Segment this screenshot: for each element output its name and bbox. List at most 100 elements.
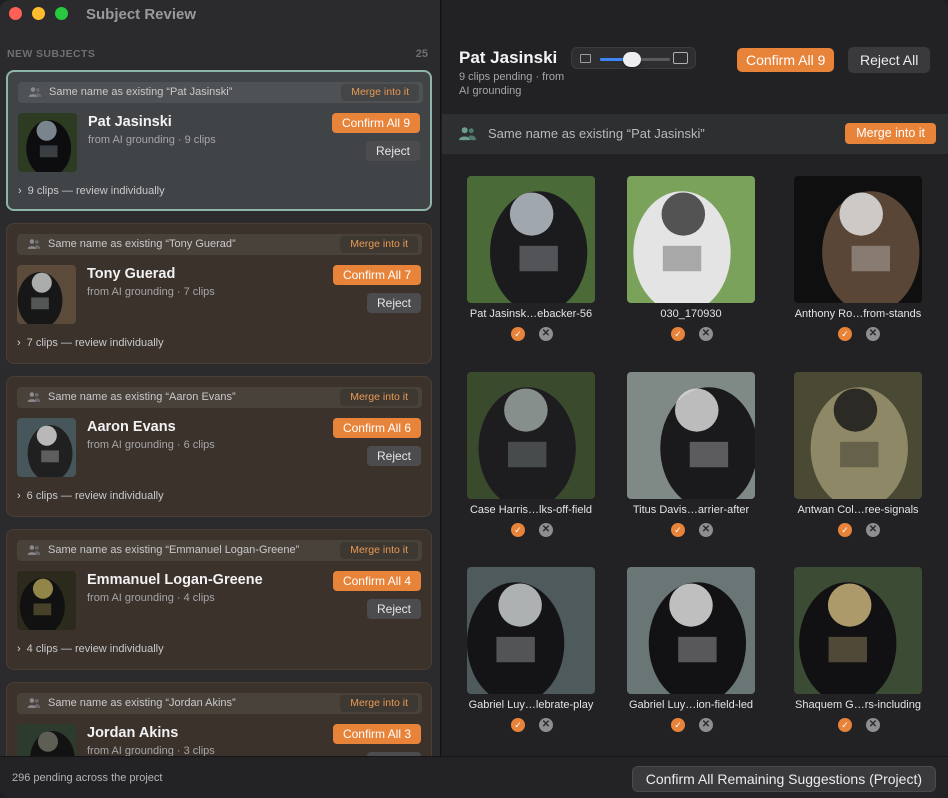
reject-clip-button[interactable]: ✕ [699, 327, 713, 341]
chevron-right-icon: › [17, 643, 21, 655]
merge-into-button[interactable]: Merge into it [845, 123, 936, 144]
clip-thumbnail[interactable] [794, 567, 922, 694]
accept-clip-button[interactable]: ✓ [511, 523, 525, 537]
confirm-all-button[interactable]: Confirm All 9 [331, 113, 420, 133]
subject-name: Pat Jasinski [88, 114, 172, 130]
subject-card-list: Same name as existing “Pat Jasinski” Merg… [6, 70, 432, 756]
clip-tile[interactable]: Case Harris…lks-off-field ✓ ✕ [442, 372, 602, 542]
thumbnail-size-slider[interactable] [571, 47, 696, 69]
people-icon [27, 392, 41, 402]
zoom-window-button[interactable] [55, 7, 68, 20]
subject-thumbnail [17, 265, 76, 324]
clip-tile[interactable]: Shaquem G…rs-including ✓ ✕ [769, 567, 929, 737]
minimize-window-button[interactable] [32, 7, 45, 20]
detail-subject-name: Pat Jasinski [459, 48, 558, 67]
clip-thumbnail[interactable] [794, 372, 922, 499]
accept-clip-button[interactable]: ✓ [838, 718, 852, 732]
merge-into-button[interactable]: Merge into it [340, 695, 418, 712]
reject-clip-button[interactable]: ✕ [866, 327, 880, 341]
chevron-right-icon: › [18, 185, 22, 197]
reject-button[interactable]: Reject [366, 293, 421, 313]
confirm-all-button[interactable]: Confirm All 9 [737, 48, 835, 72]
people-icon [27, 239, 41, 249]
pending-count-text: 296 pending across the project [12, 772, 163, 784]
section-label: NEW SUBJECTS [7, 48, 96, 60]
merge-into-button[interactable]: Merge into it [340, 542, 418, 559]
reject-clip-button[interactable]: ✕ [539, 327, 553, 341]
clip-tile[interactable]: Gabriel Luy…ion-field-led ✓ ✕ [602, 567, 762, 737]
clip-thumbnail[interactable] [467, 567, 595, 694]
clip-thumbnail[interactable] [467, 176, 595, 303]
slider-knob[interactable] [622, 52, 641, 67]
subject-name: Jordan Akins [87, 725, 179, 741]
review-individually-toggle[interactable]: › 6 clips — review individually [17, 490, 164, 502]
reject-button[interactable]: Reject [365, 141, 420, 161]
photo-thumbnail-image [794, 567, 922, 694]
reject-clip-button[interactable]: ✕ [866, 718, 880, 732]
subject-thumbnail [17, 418, 76, 477]
reject-clip-button[interactable]: ✕ [866, 523, 880, 537]
window-title: Subject Review [86, 6, 197, 23]
clip-thumbnail[interactable] [627, 176, 755, 303]
clip-thumbnail[interactable] [467, 372, 595, 499]
clip-tile[interactable]: Pat Jasinsk…ebacker-56 ✓ ✕ [442, 176, 602, 346]
reject-clip-button[interactable]: ✕ [539, 523, 553, 537]
reject-clip-button[interactable]: ✕ [699, 523, 713, 537]
merge-into-button[interactable]: Merge into it [340, 389, 418, 406]
confirm-all-button[interactable]: Confirm All 6 [332, 418, 421, 438]
subject-card[interactable]: Same name as existing “Pat Jasinski” Merg… [6, 70, 432, 211]
clip-tile[interactable]: Anthony Ro…from-stands ✓ ✕ [769, 176, 929, 346]
confirm-all-button[interactable]: Confirm All 3 [332, 724, 421, 744]
confirm-all-button[interactable]: Confirm All 4 [332, 571, 421, 591]
accept-clip-button[interactable]: ✓ [838, 523, 852, 537]
subject-card[interactable]: Same name as existing “Jordan Akins” Merg… [6, 682, 432, 756]
reject-button[interactable]: Reject [366, 446, 421, 466]
subject-source: from AI grounding · 7 clips [87, 286, 215, 298]
subject-card[interactable]: Same name as existing “Emmanuel Logan-Gr… [6, 529, 432, 670]
duplicate-name-text: Same name as existing “Pat Jasinski” [49, 86, 233, 98]
duplicate-name-text: Same name as existing “Tony Guerad” [48, 238, 236, 250]
review-individually-toggle[interactable]: › 4 clips — review individually [17, 643, 164, 655]
confirm-all-button[interactable]: Confirm All 7 [332, 265, 421, 285]
photo-thumbnail-image [17, 418, 76, 477]
subject-name: Tony Guerad [87, 266, 176, 282]
close-window-button[interactable] [9, 7, 22, 20]
subject-card[interactable]: Same name as existing “Aaron Evans” Merge… [6, 376, 432, 517]
reject-all-button[interactable]: Reject All [848, 47, 931, 73]
reject-clip-button[interactable]: ✕ [539, 718, 553, 732]
duplicate-name-text: Same name as existing “Pat Jasinski” [488, 126, 705, 141]
reject-clip-button[interactable]: ✕ [699, 718, 713, 732]
accept-clip-button[interactable]: ✓ [838, 327, 852, 341]
accept-clip-button[interactable]: ✓ [671, 523, 685, 537]
subject-thumbnail [17, 724, 76, 756]
duplicate-name-bar: Same name as existing “Aaron Evans” Merge… [17, 387, 422, 408]
clip-thumbnail[interactable] [627, 567, 755, 694]
accept-clip-button[interactable]: ✓ [511, 327, 525, 341]
people-icon [27, 698, 41, 708]
clip-tile[interactable]: Antwan Col…ree-signals ✓ ✕ [769, 372, 929, 542]
review-individually-toggle[interactable]: › 9 clips — review individually [18, 185, 165, 197]
slider-track[interactable] [600, 52, 670, 67]
clip-tile[interactable]: Titus Davis…arrier-after ✓ ✕ [602, 372, 762, 542]
chevron-right-icon: › [17, 490, 21, 502]
subject-name: Aaron Evans [87, 419, 176, 435]
photo-thumbnail-image [467, 567, 595, 694]
photo-thumbnail-image [627, 176, 755, 303]
accept-clip-button[interactable]: ✓ [671, 327, 685, 341]
clip-tile[interactable]: Gabriel Luy…lebrate-play ✓ ✕ [442, 567, 602, 737]
photo-thumbnail-image [467, 176, 595, 303]
clip-tile[interactable]: 030_170930 ✓ ✕ [602, 176, 762, 346]
clip-caption: Pat Jasinsk…ebacker-56 [469, 308, 593, 320]
confirm-all-remaining-button[interactable]: Confirm All Remaining Suggestions (Proje… [631, 766, 936, 792]
merge-into-button[interactable]: Merge into it [340, 236, 418, 253]
reject-button[interactable]: Reject [366, 599, 421, 619]
clip-thumbnail[interactable] [794, 176, 922, 303]
subject-card[interactable]: Same name as existing “Tony Guerad” Merge… [6, 223, 432, 364]
accept-clip-button[interactable]: ✓ [671, 718, 685, 732]
merge-into-button[interactable]: Merge into it [341, 84, 419, 101]
clip-thumbnail[interactable] [627, 372, 755, 499]
duplicate-name-bar: Same name as existing “Jordan Akins” Merg… [17, 693, 422, 714]
photo-thumbnail-image [627, 372, 755, 499]
review-individually-toggle[interactable]: › 7 clips — review individually [17, 337, 164, 349]
accept-clip-button[interactable]: ✓ [511, 718, 525, 732]
